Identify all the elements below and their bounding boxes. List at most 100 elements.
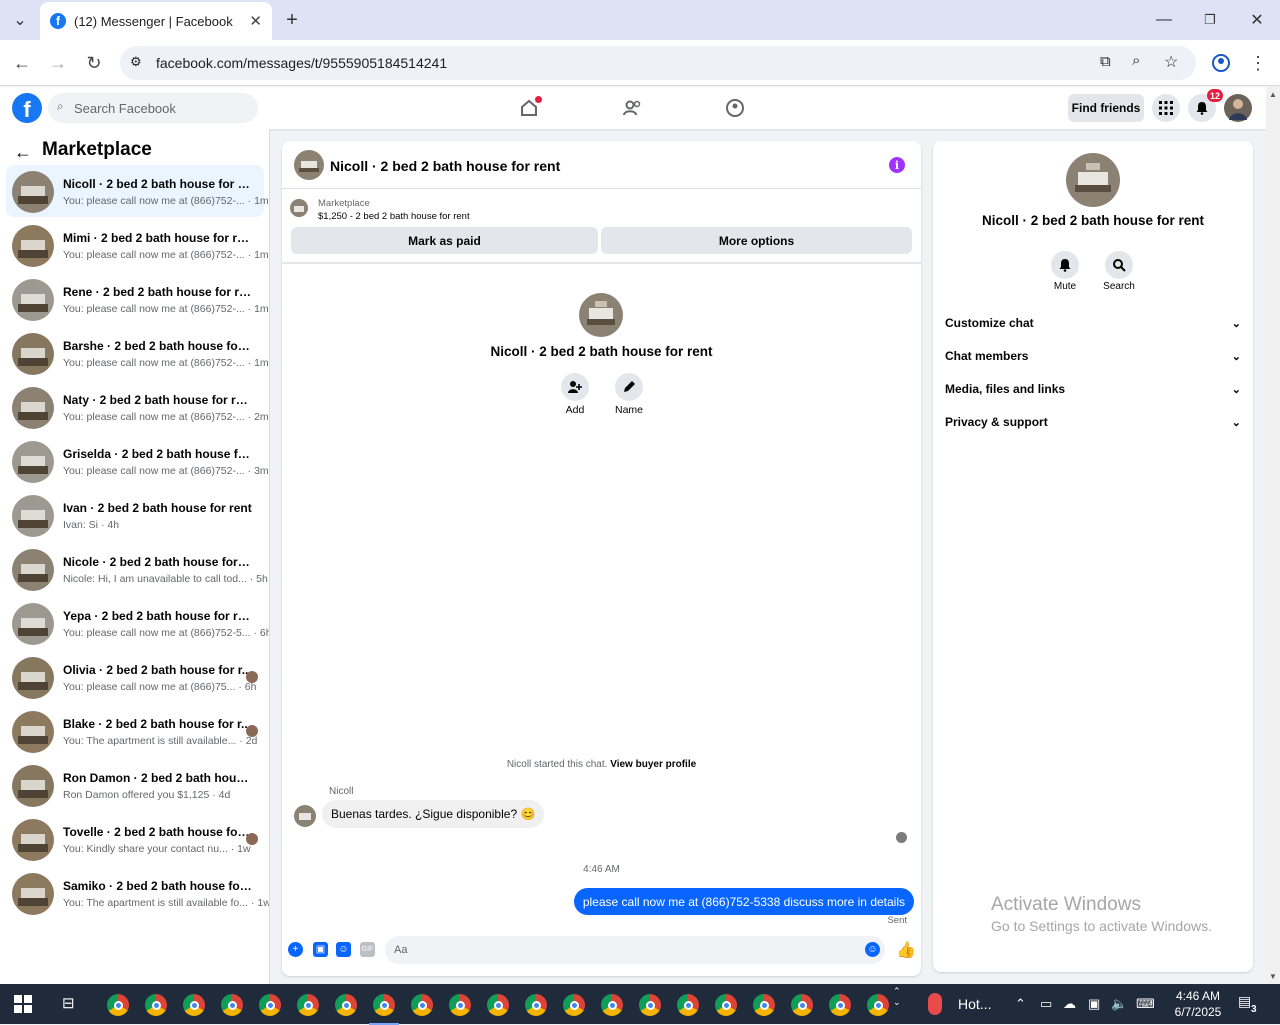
home-nav-icon[interactable]	[516, 95, 542, 121]
address-bar[interactable]: ⚙ facebook.com/messages/t/95559051845142…	[120, 46, 1196, 80]
chrome-taskbar-icon[interactable]	[487, 994, 509, 1016]
volume-icon[interactable]: 🔈	[1111, 996, 1127, 1012]
scroll-down-icon[interactable]: ▼	[1269, 972, 1277, 981]
chrome-taskbar-icon[interactable]	[183, 994, 205, 1016]
task-view-icon[interactable]: ⊟	[62, 994, 75, 1012]
conversation-item[interactable]: Ivan · 2 bed 2 bath house for rent Ivan: …	[6, 489, 264, 541]
add-person-icon[interactable]	[561, 373, 589, 401]
chrome-taskbar-icon[interactable]	[259, 994, 281, 1016]
details-avatar[interactable]	[1066, 153, 1120, 207]
privacy-support-section[interactable]: Privacy & support ⌄	[945, 412, 1241, 432]
tab-list-icon[interactable]: ⌄	[8, 8, 32, 32]
outgoing-message-bubble[interactable]: please call now me at (866)752-5338 disc…	[573, 888, 914, 915]
site-info-icon[interactable]: ⚙	[130, 54, 142, 70]
conversation-item[interactable]: Griselda · 2 bed 2 bath house for r... Yo…	[6, 435, 269, 487]
conversation-item[interactable]: Nicoll · 2 bed 2 bath house for rent You:…	[6, 165, 269, 217]
chrome-taskbar-icon[interactable]	[601, 994, 623, 1016]
restore-icon[interactable]: ❐	[1198, 8, 1222, 32]
mark-as-paid-button[interactable]: Mark as paid	[291, 227, 598, 254]
minimize-icon[interactable]: —	[1152, 8, 1176, 32]
bookmark-star-icon[interactable]: ☆	[1164, 52, 1178, 72]
meet-now-icon[interactable]: ▭	[1040, 996, 1052, 1012]
zoom-icon[interactable]: ⌕	[1132, 52, 1140, 69]
emoji-icon[interactable]: ☺	[865, 942, 880, 957]
friends-nav-icon[interactable]	[619, 95, 645, 121]
chrome-taskbar-icon[interactable]	[677, 994, 699, 1016]
windows-start-icon[interactable]	[14, 995, 32, 1018]
chrome-taskbar-icon[interactable]	[369, 994, 399, 1025]
scroll-up-icon[interactable]: ▲	[1269, 90, 1277, 99]
reload-icon[interactable]: ↻	[83, 52, 105, 74]
forward-icon[interactable]: →	[47, 52, 69, 74]
search-input[interactable]: ⌕ Search Facebook	[48, 93, 258, 123]
chat-profile-avatar[interactable]	[579, 293, 623, 337]
page-scrollbar[interactable]: ▲ ▼	[1266, 87, 1280, 984]
more-options-button[interactable]: More options	[601, 227, 912, 254]
chat-header-avatar[interactable]	[294, 150, 324, 180]
close-window-icon[interactable]: ✕	[1245, 8, 1269, 32]
find-friends-button[interactable]: Find friends	[1068, 94, 1144, 122]
chrome-taskbar-icon[interactable]	[145, 994, 167, 1016]
facebook-logo-icon[interactable]: f	[12, 93, 42, 123]
thumbs-up-icon[interactable]: 👍	[896, 940, 916, 960]
chrome-taskbar-icon[interactable]	[753, 994, 775, 1016]
chrome-taskbar-icon[interactable]	[791, 994, 813, 1016]
groups-nav-icon[interactable]	[722, 95, 748, 121]
conversation-item[interactable]: Mimi · 2 bed 2 bath house for rent You: p…	[6, 219, 269, 271]
back-icon[interactable]: ←	[11, 52, 33, 74]
more-actions-icon[interactable]: +	[288, 942, 303, 957]
account-avatar[interactable]	[1224, 94, 1252, 122]
sticker-icon[interactable]: ☺	[336, 942, 351, 957]
chrome-taskbar-icon[interactable]	[563, 994, 585, 1016]
mute-bell-icon[interactable]	[1051, 251, 1079, 279]
conversation-item[interactable]: Blake · 2 bed 2 bath house for r... You: …	[6, 705, 264, 757]
taskbar-scroll-icon[interactable]: ⌃ ⌄	[893, 986, 901, 1008]
network-icon[interactable]: ▣	[1088, 996, 1100, 1012]
weather-text[interactable]: Hot...	[958, 996, 991, 1012]
chrome-taskbar-icon[interactable]	[525, 994, 547, 1016]
chat-title[interactable]: Nicoll · 2 bed 2 bath house for rent	[330, 158, 560, 174]
keyboard-icon[interactable]: ⌨	[1136, 996, 1155, 1012]
profile-icon[interactable]	[1210, 52, 1232, 74]
gif-icon[interactable]: GIF	[360, 942, 375, 957]
incoming-message-bubble[interactable]: Buenas tardes. ¿Sigue disponible? 😊	[322, 800, 545, 828]
info-icon[interactable]: i	[889, 157, 905, 173]
weather-thermometer-icon[interactable]	[928, 993, 942, 1015]
conversation-item[interactable]: Naty · 2 bed 2 bath house for rent You: p…	[6, 381, 269, 433]
menu-grid-icon[interactable]	[1152, 94, 1180, 122]
attach-image-icon[interactable]: ▣	[313, 942, 328, 957]
new-tab-icon[interactable]: +	[280, 8, 304, 32]
chrome-taskbar-icon[interactable]	[715, 994, 737, 1016]
media-files-links-section[interactable]: Media, files and links ⌄	[945, 379, 1241, 399]
view-buyer-profile-link[interactable]: View buyer profile	[610, 759, 696, 770]
chrome-taskbar-icon[interactable]	[221, 994, 243, 1016]
conversation-item[interactable]: Olivia · 2 bed 2 bath house for r... You:…	[6, 651, 264, 703]
system-clock[interactable]: 4:46 AM 6/7/2025	[1173, 988, 1223, 1020]
conversation-item[interactable]: Nicole · 2 bed 2 bath house for rent Nico…	[6, 543, 268, 595]
chrome-taskbar-icon[interactable]	[411, 994, 433, 1016]
chrome-taskbar-icon[interactable]	[867, 994, 889, 1016]
chat-members-section[interactable]: Chat members ⌄	[945, 346, 1241, 366]
close-tab-icon[interactable]: ✕	[249, 12, 262, 30]
onedrive-cloud-icon[interactable]: ☁	[1063, 996, 1076, 1012]
customize-chat-section[interactable]: Customize chat ⌄	[945, 313, 1241, 333]
conversation-item[interactable]: Ron Damon · 2 bed 2 bath house f... Ron D…	[6, 759, 264, 811]
install-app-icon[interactable]: ⧉	[1100, 53, 1111, 70]
sender-avatar[interactable]	[294, 805, 316, 827]
show-hidden-icons[interactable]: ⌃	[1015, 996, 1026, 1012]
conversation-item[interactable]: Samiko · 2 bed 2 bath house for re... You…	[6, 867, 269, 919]
conversation-item[interactable]: Rene · 2 bed 2 bath house for rent You: p…	[6, 273, 269, 325]
chrome-taskbar-icon[interactable]	[297, 994, 319, 1016]
back-arrow-icon[interactable]: ←	[14, 142, 32, 163]
chrome-taskbar-icon[interactable]	[449, 994, 471, 1016]
conversation-item[interactable]: Tovelle · 2 bed 2 bath house for ... You:…	[6, 813, 264, 865]
chrome-taskbar-icon[interactable]	[829, 994, 851, 1016]
chrome-taskbar-icon[interactable]	[335, 994, 357, 1016]
message-input[interactable]: Aa	[385, 936, 885, 964]
conversation-item[interactable]: Barshe · 2 bed 2 bath house for rent You:…	[6, 327, 269, 379]
conversation-item[interactable]: Yepa · 2 bed 2 bath house for rent You: p…	[6, 597, 269, 649]
edit-name-icon[interactable]	[615, 373, 643, 401]
browser-tab[interactable]: f (12) Messenger | Facebook ✕	[40, 2, 272, 40]
chrome-taskbar-icon[interactable]	[107, 994, 129, 1016]
chrome-taskbar-icon[interactable]	[639, 994, 661, 1016]
